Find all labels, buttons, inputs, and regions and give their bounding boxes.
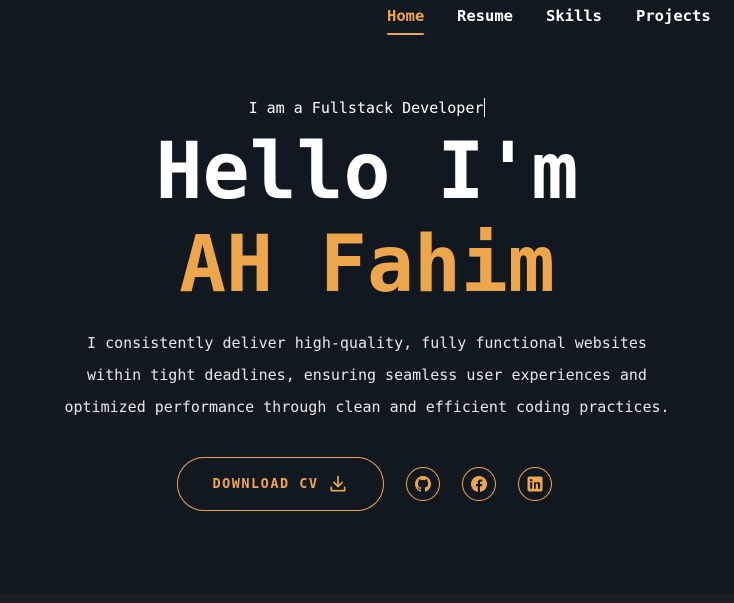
top-navigation: Home Resume Skills Projects — [0, 0, 734, 40]
facebook-link[interactable] — [462, 467, 496, 501]
download-icon — [330, 475, 346, 492]
role-text: I am a Fullstack Developer — [248, 99, 484, 117]
typing-caret — [484, 98, 486, 117]
description-line: within tight deadlines, ensuring seamles… — [87, 366, 647, 384]
hero-name: AH Fahim — [179, 220, 555, 310]
hero-description: I consistently deliver high-quality, ful… — [30, 327, 704, 423]
footer-strip — [0, 594, 734, 603]
linkedin-link[interactable] — [518, 467, 552, 501]
hero-greeting: Hello I'm — [155, 127, 579, 217]
github-link[interactable] — [406, 467, 440, 501]
description-line: optimized performance through clean and … — [64, 398, 670, 416]
nav-resume[interactable]: Resume — [457, 7, 513, 25]
nav-projects[interactable]: Projects — [636, 7, 711, 25]
facebook-icon — [471, 476, 487, 492]
nav-home[interactable]: Home — [387, 7, 425, 35]
role-typewriter: I am a Fullstack Developer — [0, 98, 734, 117]
download-cv-button[interactable]: DOWNLOAD CV — [177, 457, 384, 511]
nav-skills[interactable]: Skills — [546, 7, 602, 25]
linkedin-icon — [527, 476, 543, 492]
description-line: I consistently deliver high-quality, ful… — [87, 334, 647, 352]
github-icon — [415, 476, 431, 492]
download-cv-label: DOWNLOAD CV — [212, 476, 319, 492]
